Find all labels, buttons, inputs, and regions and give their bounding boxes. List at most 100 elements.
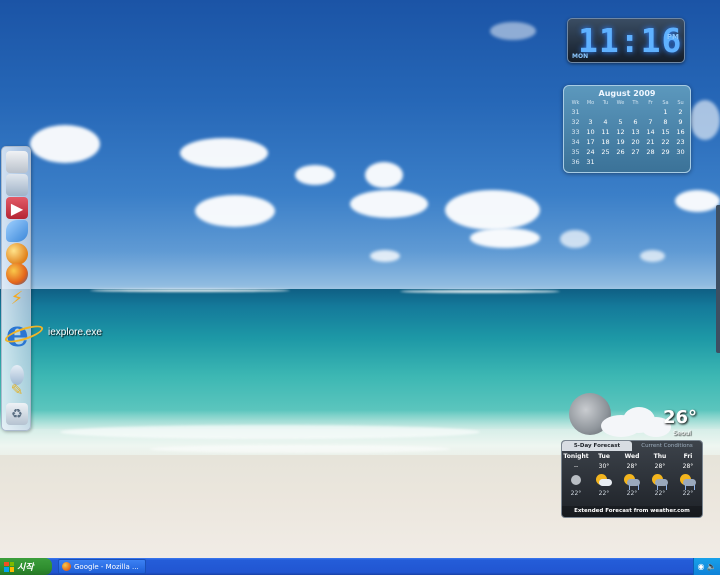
tab-current-conditions[interactable]: Current Conditions bbox=[632, 441, 702, 451]
calendar-week-number: 32 bbox=[571, 118, 580, 126]
recycle-bin-icon[interactable]: ♻ bbox=[6, 403, 28, 425]
ball-icon[interactable] bbox=[6, 243, 28, 265]
calendar-day[interactable]: 4 bbox=[598, 117, 613, 127]
tab-5-day-forecast[interactable]: 5-Day Forecast bbox=[562, 441, 632, 451]
calendar-week-row: 36 31 bbox=[568, 157, 688, 167]
calendar-week-row: 33 10 11 12 13 14 15 16 bbox=[568, 127, 688, 137]
weather-gadget[interactable]: 26° Seoul 5-Day Forecast Current Conditi… bbox=[561, 393, 703, 518]
calendar-day[interactable]: 18 bbox=[598, 137, 613, 147]
calendar-day[interactable]: 27 bbox=[628, 147, 643, 157]
calendar-day[interactable]: 23 bbox=[673, 137, 688, 147]
taskbar: 시작 Google - Mozilla ... ◉ 🔈 bbox=[0, 558, 720, 575]
winamp-icon[interactable]: ⚡ bbox=[6, 287, 28, 309]
start-label: 시작 bbox=[17, 563, 34, 573]
calendar-day[interactable]: 3 bbox=[583, 117, 598, 127]
calendar-week-row: 35 24 25 26 27 28 29 30 bbox=[568, 147, 688, 157]
calendar-day[interactable]: 29 bbox=[658, 147, 673, 157]
moon-icon bbox=[567, 472, 585, 490]
forecast-day-name: Fri bbox=[683, 453, 693, 460]
start-button[interactable]: 시작 bbox=[0, 558, 52, 575]
calendar-day[interactable]: 19 bbox=[613, 137, 628, 147]
wallpaper-cloud bbox=[640, 250, 665, 262]
wallpaper-cloud bbox=[30, 125, 100, 163]
forecast-high: 28° bbox=[626, 463, 638, 470]
calendar-day bbox=[583, 107, 598, 117]
calendar-day[interactable]: 2 bbox=[673, 107, 688, 117]
network-icon[interactable]: ◉ bbox=[698, 562, 705, 571]
calendar-day[interactable]: 6 bbox=[628, 117, 643, 127]
forecast-high: -- bbox=[573, 463, 579, 470]
forecast-low: 22° bbox=[598, 490, 610, 497]
forecast-low: 22° bbox=[654, 490, 666, 497]
media-icon[interactable]: ▶ bbox=[6, 197, 28, 219]
forecast-day: Wed 28° 22° bbox=[618, 453, 646, 497]
wallpaper-cloud bbox=[365, 162, 403, 188]
calendar-day[interactable]: 25 bbox=[598, 147, 613, 157]
calendar-day[interactable]: 30 bbox=[673, 147, 688, 157]
thunderstorm-icon bbox=[679, 472, 697, 490]
calendar-day[interactable]: 10 bbox=[583, 127, 598, 137]
taskbar-item-firefox[interactable]: Google - Mozilla ... bbox=[58, 559, 146, 574]
wallpaper-cloud bbox=[690, 100, 720, 140]
calendar-day[interactable]: 8 bbox=[658, 117, 673, 127]
calendar-week-row: 31 1 2 bbox=[568, 107, 688, 117]
calendar-day[interactable]: 24 bbox=[583, 147, 598, 157]
desktop-icon-iexplore[interactable]: e iexplore.exe bbox=[3, 316, 114, 352]
calendar-day[interactable]: 26 bbox=[613, 147, 628, 157]
calendar-day[interactable]: 9 bbox=[673, 117, 688, 127]
forecast-days: Tonight -- 22° Tue 30° 22° Wed 28° 22° T… bbox=[562, 453, 702, 497]
calendar-day[interactable]: 7 bbox=[643, 117, 658, 127]
partly-cloudy-icon bbox=[595, 472, 613, 490]
calendar-day[interactable]: 16 bbox=[673, 127, 688, 137]
calendar-week-number: 36 bbox=[571, 158, 580, 166]
forecast-day-name: Tonight bbox=[563, 453, 589, 460]
thunderstorm-icon bbox=[651, 472, 669, 490]
clock-gadget[interactable]: 11:16 PM MON bbox=[567, 18, 685, 63]
calendar-day bbox=[613, 157, 628, 167]
calendar-day[interactable]: 14 bbox=[643, 127, 658, 137]
calendar-title: August 2009 bbox=[598, 89, 656, 98]
calendar-header: Fr bbox=[648, 100, 653, 106]
drive-icon[interactable] bbox=[6, 151, 28, 173]
calendar-day[interactable]: 11 bbox=[598, 127, 613, 137]
wave-foam bbox=[60, 425, 480, 439]
sidebar-edge-handle[interactable] bbox=[716, 205, 720, 353]
calendar-header-row: Wk Mo Tu We Th Fr Sa Su bbox=[568, 99, 688, 107]
system-tray: ◉ 🔈 bbox=[693, 558, 720, 575]
current-temperature: 26° bbox=[662, 407, 697, 428]
calendar-gadget[interactable]: August 2009 Wk Mo Tu We Th Fr Sa Su 31 1 2… bbox=[563, 85, 691, 173]
network-icon[interactable] bbox=[6, 174, 28, 196]
calendar-day[interactable]: 1 bbox=[658, 107, 673, 117]
calendar-day[interactable]: 31 bbox=[583, 157, 598, 167]
wave-foam bbox=[90, 289, 290, 292]
pencil-icon[interactable]: ✎ bbox=[6, 379, 28, 401]
calendar-week-row: 32 3 4 5 6 7 8 9 bbox=[568, 117, 688, 127]
firefox-icon[interactable] bbox=[6, 263, 28, 285]
calendar-day[interactable]: 20 bbox=[628, 137, 643, 147]
calendar-day bbox=[643, 107, 658, 117]
taskbar-item-label: Google - Mozilla ... bbox=[74, 562, 139, 571]
calendar-day[interactable]: 5 bbox=[613, 117, 628, 127]
wallpaper-cloud bbox=[445, 190, 540, 230]
forecast-footer-link[interactable]: Extended Forecast from weather.com bbox=[562, 506, 702, 517]
calendar-day[interactable]: 17 bbox=[583, 137, 598, 147]
volume-icon[interactable]: 🔈 bbox=[707, 562, 717, 571]
messenger-icon[interactable] bbox=[6, 220, 28, 242]
calendar-day[interactable]: 22 bbox=[658, 137, 673, 147]
clock-ampm: PM bbox=[666, 33, 679, 41]
forecast-day-name: Tue bbox=[598, 453, 610, 460]
calendar-day[interactable]: 15 bbox=[658, 127, 673, 137]
calendar-header: Th bbox=[632, 100, 639, 106]
weather-city: Seoul bbox=[672, 429, 691, 437]
calendar-day[interactable]: 28 bbox=[643, 147, 658, 157]
forecast-day: Tonight -- 22° bbox=[562, 453, 590, 497]
calendar-day[interactable]: 21 bbox=[643, 137, 658, 147]
calendar-day[interactable]: 12 bbox=[613, 127, 628, 137]
calendar-week-number: 34 bbox=[571, 138, 580, 146]
application-dock: ▶ ⚡ ✎ ♻ bbox=[1, 146, 31, 431]
calendar-day[interactable]: 13 bbox=[628, 127, 643, 137]
wave-foam bbox=[150, 445, 450, 453]
calendar-day bbox=[628, 107, 643, 117]
calendar-day bbox=[628, 157, 643, 167]
forecast-day-name: Thu bbox=[653, 453, 667, 460]
